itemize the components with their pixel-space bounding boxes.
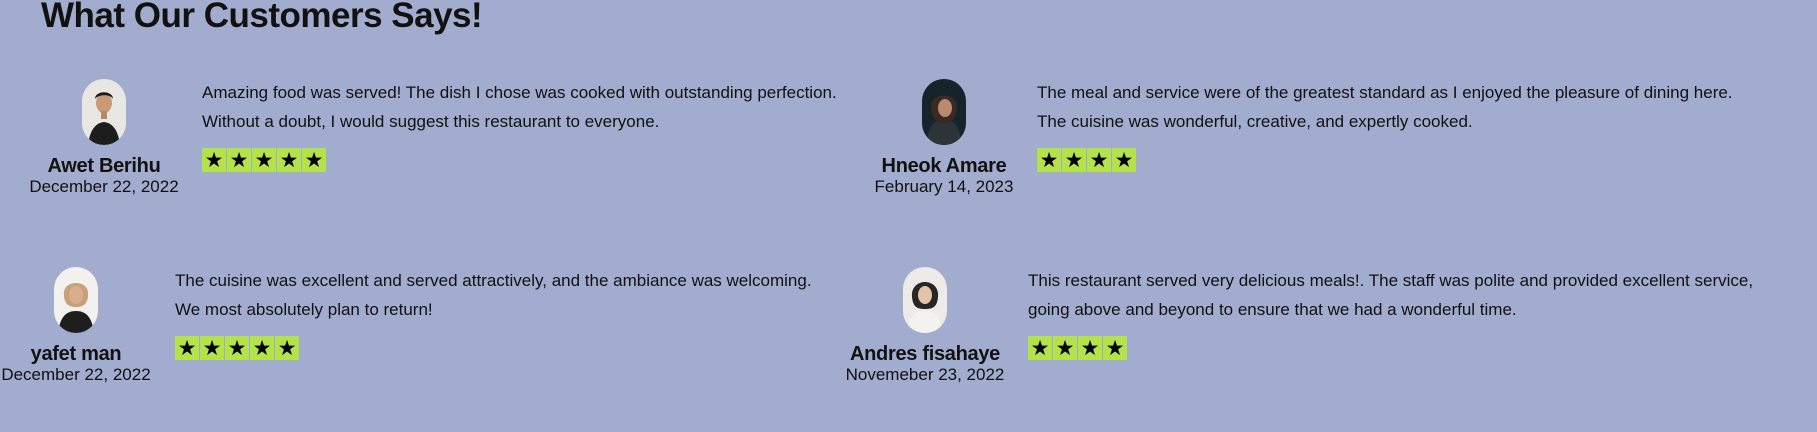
review-body: Amazing food was served! The dish I chos… — [202, 78, 837, 172]
star-icon: ★ — [1087, 148, 1111, 172]
review-date: December 22, 2022 — [29, 177, 179, 196]
star-icon: ★ — [252, 148, 276, 172]
star-icon: ★ — [1053, 336, 1077, 360]
reviewer-name: yafet man — [30, 343, 122, 365]
star-icon: ★ — [277, 148, 301, 172]
star-icon: ★ — [1037, 148, 1061, 172]
star-icon: ★ — [225, 336, 249, 360]
review-text-line: The cuisine was excellent and served att… — [175, 271, 812, 290]
reviewer-name: Andres fisahaye — [849, 343, 1000, 365]
star-icon: ★ — [200, 336, 224, 360]
star-icon: ★ — [302, 148, 326, 172]
review-date: Novemeber 23, 2022 — [845, 365, 1005, 384]
star-icon: ★ — [175, 336, 199, 360]
review-text-line: The meal and service were of the greates… — [1037, 83, 1733, 102]
review-text-line: The cuisine was wonderful, creative, and… — [1037, 112, 1473, 131]
review-text-line: We most absolutely plan to return! — [175, 300, 433, 319]
review-date: February 14, 2023 — [874, 177, 1014, 196]
star-icon: ★ — [1078, 336, 1102, 360]
star-rating: ★ ★ ★ ★ — [1028, 336, 1753, 360]
woman-portrait-icon — [54, 267, 98, 333]
review-body: The meal and service were of the greates… — [1037, 78, 1733, 172]
section-title: What Our Customers Says! — [41, 0, 483, 35]
review-text-line: Without a doubt, I would suggest this re… — [202, 112, 660, 131]
review-text-line: This restaurant served very delicious me… — [1028, 271, 1754, 290]
star-icon: ★ — [227, 148, 251, 172]
reviewer-profile: Andres fisahaye Novemeber 23, 2022 — [835, 267, 1015, 385]
star-icon: ★ — [1028, 336, 1052, 360]
review-text-line: going above and beyond to ensure that we… — [1028, 300, 1517, 319]
star-icon: ★ — [1062, 148, 1086, 172]
star-icon: ★ — [250, 336, 274, 360]
reviewer-profile: Hneok Amare February 14, 2023 — [854, 79, 1034, 197]
review-body: The cuisine was excellent and served att… — [175, 266, 812, 360]
woman-portrait-icon — [922, 79, 966, 145]
star-rating: ★ ★ ★ ★ ★ — [202, 148, 837, 172]
star-icon: ★ — [1112, 148, 1136, 172]
review-body: This restaurant served very delicious me… — [1028, 266, 1753, 360]
reviewer-name: Hneok Amare — [881, 155, 1007, 177]
star-icon: ★ — [1103, 336, 1127, 360]
woman-portrait-icon — [903, 267, 947, 333]
reviewer-name: Awet Berihu — [47, 155, 161, 177]
reviewer-profile: yafet man December 22, 2022 — [0, 267, 166, 385]
star-icon: ★ — [275, 336, 299, 360]
reviewer-profile: Awet Berihu December 22, 2022 — [14, 79, 194, 197]
man-portrait-icon — [82, 79, 126, 145]
star-rating: ★ ★ ★ ★ — [1037, 148, 1733, 172]
review-date: December 22, 2022 — [1, 365, 151, 384]
star-rating: ★ ★ ★ ★ ★ — [175, 336, 812, 360]
star-icon: ★ — [202, 148, 226, 172]
review-text-line: Amazing food was served! The dish I chos… — [202, 83, 837, 102]
